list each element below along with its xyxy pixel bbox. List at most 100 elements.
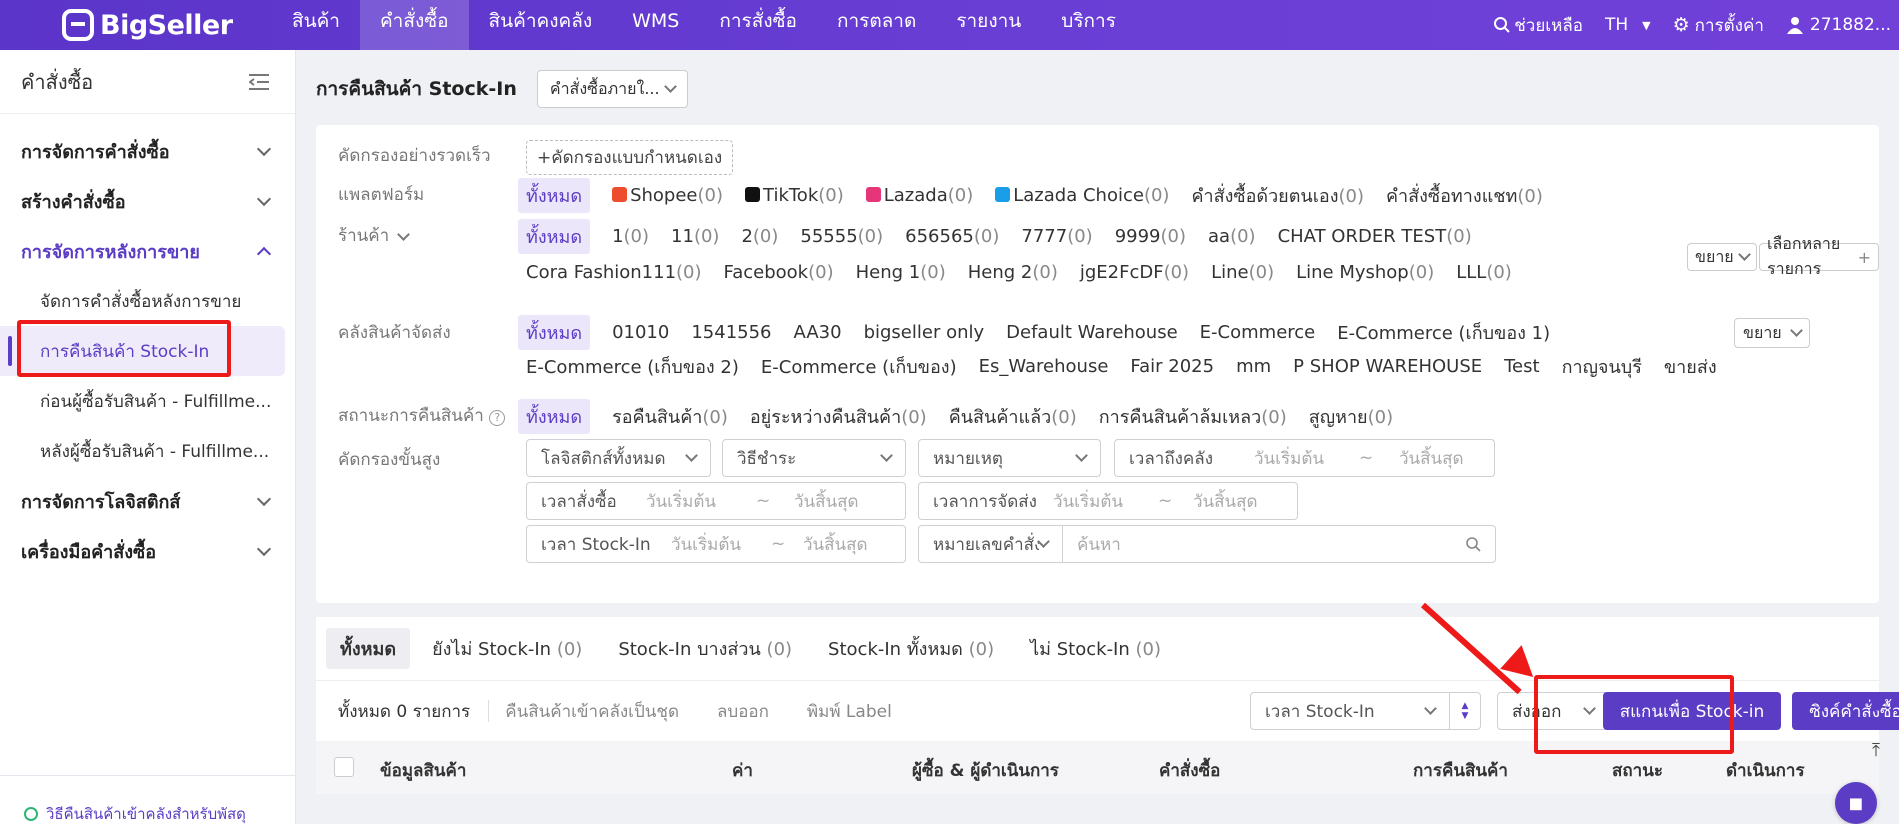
return-status-option[interactable]: รอคืนสินค้า(0) [612, 402, 728, 431]
nav-reports[interactable]: รายงาน [936, 0, 1041, 50]
sidebar-group-order-management[interactable]: การจัดการคำสั่งซื้อ [0, 126, 295, 176]
warehouse-option[interactable]: 1541556 [691, 322, 771, 343]
search-input[interactable]: ค้นหา [1062, 525, 1496, 563]
sidebar-group-after-sales[interactable]: การจัดการหลังการขาย [0, 226, 295, 276]
return-status-option[interactable]: ทั้งหมด [518, 399, 591, 434]
warehouse-option[interactable]: E-Commerce (เก็บของ 2) [526, 352, 739, 381]
tab-partial-stockin[interactable]: Stock-In บางส่วน (0) [604, 628, 806, 669]
stockin-time-range[interactable]: เวลา Stock-In วันเริ่มต้น ~ วันสิ้นสุด [526, 525, 906, 563]
platform-tiktok[interactable]: TikTok(0) [745, 185, 844, 206]
store-option[interactable]: Heng 2(0) [968, 262, 1058, 283]
arrival-start-date[interactable]: วันเริ่มต้น [1254, 445, 1359, 472]
sort-order-toggle[interactable]: ▲ ▼ [1449, 692, 1481, 730]
warehouse-option[interactable]: mm [1236, 356, 1271, 377]
store-option[interactable]: LLL(0) [1456, 262, 1512, 283]
ship-start-date[interactable]: วันเริ่มต้น [1053, 488, 1158, 515]
return-status-option[interactable]: คืนสินค้าแล้ว(0) [949, 402, 1077, 431]
platform-chat[interactable]: คำสั่งซื้อทางแชท(0) [1386, 181, 1543, 210]
return-status-option[interactable]: อยู่ระหว่างคืนสินค้า(0) [750, 402, 927, 431]
tab-all[interactable]: ทั้งหมด [326, 628, 411, 669]
nav-purchase[interactable]: การสั่งซื้อ [699, 0, 817, 50]
bulk-return-button[interactable]: คืนสินค้าเข้าคลังเป็นชุด [505, 698, 679, 725]
return-status-option[interactable]: สูญหาย(0) [1309, 402, 1393, 431]
sidebar-help-link[interactable]: วิธีคืนสินค้าเข้าคลังสำหรับพัสดุ [0, 775, 296, 824]
warehouse-expand-button[interactable]: ขยาย [1734, 318, 1810, 348]
arrival-end-date[interactable]: วันสิ้นสุด [1399, 445, 1464, 472]
store-option[interactable]: Line(0) [1211, 262, 1274, 283]
sidebar-group-create-order[interactable]: สร้างคำสั่งซื้อ [0, 176, 295, 226]
search-icon[interactable] [1465, 536, 1481, 552]
select-all-checkbox[interactable] [334, 757, 354, 777]
warehouse-option[interactable]: Test [1504, 356, 1539, 377]
warehouse-option[interactable]: ขายส่ง [1664, 352, 1717, 381]
store-label[interactable]: ร้านค้า [338, 222, 410, 249]
payment-select[interactable]: วิธีชำระ [722, 439, 906, 477]
multi-select-button[interactable]: เลือกหลายรายการ + [1759, 234, 1879, 278]
store-option[interactable]: 1(0) [612, 226, 649, 247]
warehouse-option[interactable]: 01010 [612, 322, 669, 343]
nav-services[interactable]: บริการ [1041, 0, 1136, 50]
sort-field-select[interactable]: เวลา Stock-In [1250, 692, 1450, 730]
nav-products[interactable]: สินค้า [272, 0, 360, 50]
order-time-range[interactable]: เวลาสั่งซื้อ วันเริ่มต้น ~ วันสิ้นสุด [526, 482, 906, 520]
store-option[interactable]: 55555(0) [800, 226, 883, 247]
store-expand-button[interactable]: ขยาย [1687, 243, 1757, 271]
tab-no-stockin[interactable]: ไม่ Stock-In (0) [1016, 628, 1175, 669]
store-option[interactable]: jgE2FcDF(0) [1080, 262, 1189, 283]
warehouse-option[interactable]: bigseller only [864, 322, 985, 343]
sidebar-item-before-receive-fulfillment[interactable]: ก่อนผู้ซื้อรับสินค้า - Fulfillme... [0, 376, 285, 426]
language-selector[interactable]: TH ▼ [1605, 15, 1651, 35]
user-menu[interactable]: 271882... [1786, 15, 1891, 35]
bigseller-logo[interactable]: BigSeller [62, 9, 272, 41]
sidebar-group-order-tools[interactable]: เครื่องมือคำสั่งซื้อ [0, 526, 295, 576]
order-range-select[interactable]: คำสั่งซื้อภายใ... [536, 70, 688, 108]
sidebar-item-after-receive-fulfillment[interactable]: หลังผู้ซื้อรับสินค้า - Fulfillme... [0, 426, 285, 476]
warehouse-option[interactable]: Default Warehouse [1006, 322, 1178, 343]
stockin-start-date[interactable]: วันเริ่มต้น [671, 531, 771, 558]
store-option[interactable]: aa(0) [1208, 226, 1256, 247]
order-start-date[interactable]: วันเริ่มต้น [646, 488, 756, 515]
platform-lazada[interactable]: Lazada(0) [865, 185, 973, 206]
stockin-end-date[interactable]: วันสิ้นสุด [803, 531, 868, 558]
settings-link[interactable]: ⚙ การตั้งค่า [1673, 12, 1764, 39]
warehouse-option[interactable]: AA30 [794, 322, 842, 343]
warehouse-option[interactable]: Es_Warehouse [979, 356, 1109, 377]
store-option[interactable]: 9999(0) [1115, 226, 1186, 247]
back-to-top-icon[interactable]: ⤒ [1856, 730, 1896, 770]
reason-select[interactable]: หมายเหตุ [918, 439, 1101, 477]
custom-filter-button[interactable]: +คัดกรองแบบกำหนดเอง [526, 140, 734, 175]
tab-not-stockin[interactable]: ยังไม่ Stock-In (0) [418, 628, 596, 669]
store-option[interactable]: ทั้งหมด [518, 219, 591, 254]
platform-all[interactable]: ทั้งหมด [518, 178, 591, 213]
nav-orders[interactable]: คำสั่งซื้อ [359, 0, 469, 50]
order-end-date[interactable]: วันสิ้นสุด [794, 488, 859, 515]
collapse-sidebar-icon[interactable] [249, 73, 269, 90]
platform-lazada-choice[interactable]: Lazada Choice(0) [995, 185, 1169, 206]
order-number-type-select[interactable]: หมายเลขคำสั่ง... [918, 525, 1063, 563]
nav-wms[interactable]: WMS [612, 0, 699, 50]
return-status-option[interactable]: การคืนสินค้าล้มเหลว(0) [1099, 402, 1287, 431]
store-option[interactable]: Heng 1(0) [856, 262, 946, 283]
store-option[interactable]: 7777(0) [1021, 226, 1092, 247]
store-option[interactable]: 656565(0) [905, 226, 999, 247]
chat-float-icon[interactable]: ▰ [1856, 686, 1896, 726]
print-label-button[interactable]: พิมพ์ Label [807, 698, 892, 725]
warehouse-option[interactable]: E-Commerce [1200, 322, 1316, 343]
support-chat-icon[interactable]: ◼ [1835, 782, 1877, 824]
help-link[interactable]: ช่วยเหลือ [1493, 12, 1583, 39]
ship-time-range[interactable]: เวลาการจัดส่ง วันเริ่มต้น ~ วันสิ้นสุด [918, 482, 1298, 520]
platform-shopee[interactable]: Shopee(0) [612, 185, 723, 206]
delete-button[interactable]: ลบออก [717, 698, 769, 725]
sidebar-item-after-sales-orders[interactable]: จัดการคำสั่งซื้อหลังการขาย [0, 276, 285, 326]
store-option[interactable]: Cora Fashion111(0) [526, 262, 702, 283]
ship-end-date[interactable]: วันสิ้นสุด [1193, 488, 1258, 515]
logistics-select[interactable]: โลจิสติกส์ทั้งหมด [526, 439, 711, 477]
sidebar-group-logistics[interactable]: การจัดการโลจิสติกส์ [0, 476, 295, 526]
store-option[interactable]: CHAT ORDER TEST(0) [1278, 226, 1472, 247]
warehouse-option[interactable]: กาญจนบุรี [1562, 352, 1642, 381]
nav-marketing[interactable]: การตลาด [817, 0, 936, 50]
platform-manual[interactable]: คำสั่งซื้อด้วยตนเอง(0) [1191, 181, 1364, 210]
question-icon[interactable]: ? [489, 410, 506, 426]
store-option[interactable]: Line Myshop(0) [1296, 262, 1434, 283]
nav-inventory[interactable]: สินค้าคงคลัง [469, 0, 613, 50]
